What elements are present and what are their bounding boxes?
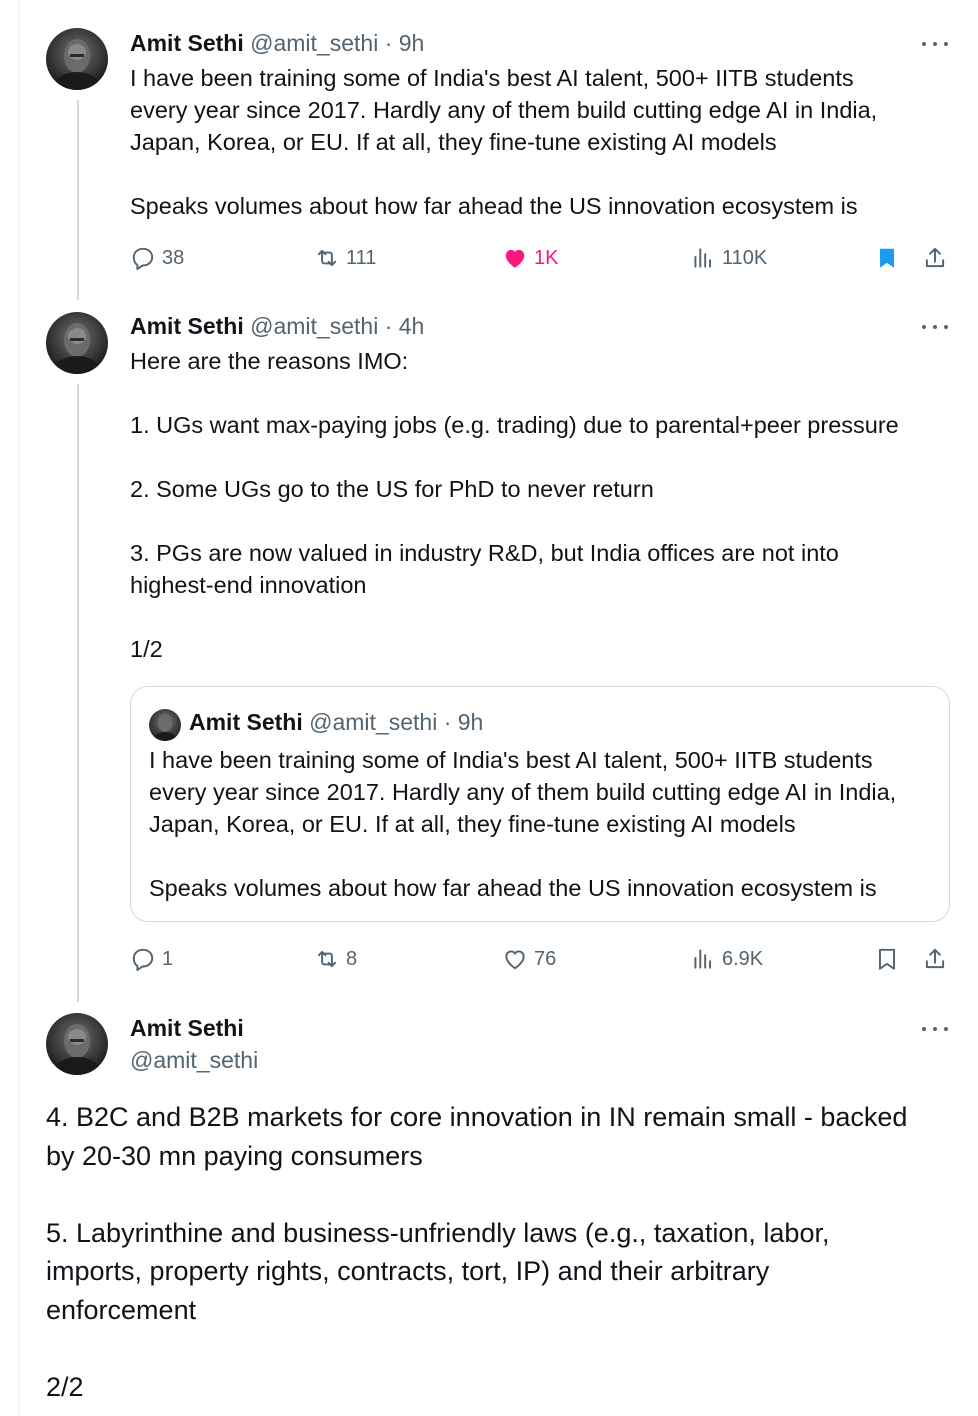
avatar[interactable] — [46, 1013, 108, 1075]
quoted-author-handle: @amit_sethi — [309, 709, 438, 735]
share-button[interactable] — [922, 943, 954, 975]
thread-connector-line — [77, 384, 79, 1002]
tweet-actions: 38 111 1K 110K — [130, 242, 952, 274]
bookmark-button[interactable] — [874, 242, 906, 274]
author-name[interactable]: Amit Sethi — [130, 313, 244, 339]
timestamp[interactable]: · 4h — [385, 313, 425, 339]
author-handle[interactable]: @amit_sethi — [130, 1046, 258, 1074]
repost-count: 8 — [346, 947, 358, 970]
tweet-header: Amit Sethi @amit_sethi · 9h — [130, 29, 424, 57]
bookmark-filled-icon — [879, 248, 895, 268]
tweet-text: I have been training some of India's bes… — [130, 65, 878, 219]
like-button[interactable]: 1K — [502, 242, 558, 274]
repost-button[interactable]: 8 — [314, 943, 357, 975]
repost-button[interactable]: 111 — [314, 242, 376, 274]
share-button[interactable] — [922, 242, 954, 274]
quoted-text: I have been training some of India's bes… — [149, 747, 897, 901]
thread-connector-line — [77, 100, 79, 300]
share-icon — [925, 247, 945, 268]
author-handle[interactable]: @amit_sethi — [250, 30, 378, 56]
author-handle[interactable]: @amit_sethi — [250, 313, 378, 339]
reply-button[interactable]: 38 — [130, 242, 184, 274]
views-icon — [694, 248, 712, 268]
quoted-tweet[interactable]: Amit Sethi @amit_sethi · 9h I have been … — [130, 686, 950, 922]
repost-icon — [317, 950, 337, 968]
more-options-icon[interactable] — [922, 322, 948, 332]
timeline-left-border — [18, 0, 19, 1416]
like-count: 76 — [534, 947, 557, 970]
views-button[interactable]: 6.9K — [690, 943, 763, 975]
more-options-icon[interactable] — [922, 39, 948, 49]
timestamp[interactable]: · 9h — [385, 30, 425, 56]
repost-count: 111 — [346, 246, 377, 269]
share-icon — [925, 948, 945, 969]
author-name[interactable]: Amit Sethi — [130, 30, 244, 56]
like-count: 1K — [534, 246, 559, 269]
quoted-header: Amit Sethi @amit_sethi · 9h — [189, 708, 483, 736]
repost-icon — [317, 249, 337, 267]
reply-count: 1 — [162, 947, 174, 970]
tweet-header: Amit Sethi @amit_sethi · 4h — [130, 312, 424, 340]
reply-count: 38 — [162, 246, 185, 269]
avatar[interactable] — [46, 312, 108, 374]
bookmark-icon — [878, 948, 896, 970]
reply-icon — [132, 247, 154, 271]
heart-icon — [505, 950, 525, 970]
tweet-text: Here are the reasons IMO: 1. UGs want ma… — [130, 348, 899, 662]
tweet-actions: 1 8 76 6.9K — [130, 943, 952, 975]
heart-filled-icon — [505, 249, 525, 268]
quoted-author-name: Amit Sethi — [189, 709, 303, 735]
bookmark-button[interactable] — [874, 943, 906, 975]
author-name[interactable]: Amit Sethi — [130, 1014, 244, 1042]
reply-icon — [132, 948, 154, 972]
views-count: 110K — [722, 246, 768, 269]
tweet-text: 4. B2C and B2B markets for core innovati… — [46, 1102, 908, 1402]
views-button[interactable]: 110K — [690, 242, 767, 274]
views-icon — [694, 949, 712, 969]
more-options-icon[interactable] — [922, 1024, 948, 1034]
quoted-timestamp: · 9h — [443, 709, 484, 735]
avatar[interactable] — [46, 28, 108, 90]
quoted-avatar — [149, 709, 181, 741]
reply-button[interactable]: 1 — [130, 943, 173, 975]
like-button[interactable]: 76 — [502, 943, 556, 975]
views-count: 6.9K — [722, 947, 764, 970]
